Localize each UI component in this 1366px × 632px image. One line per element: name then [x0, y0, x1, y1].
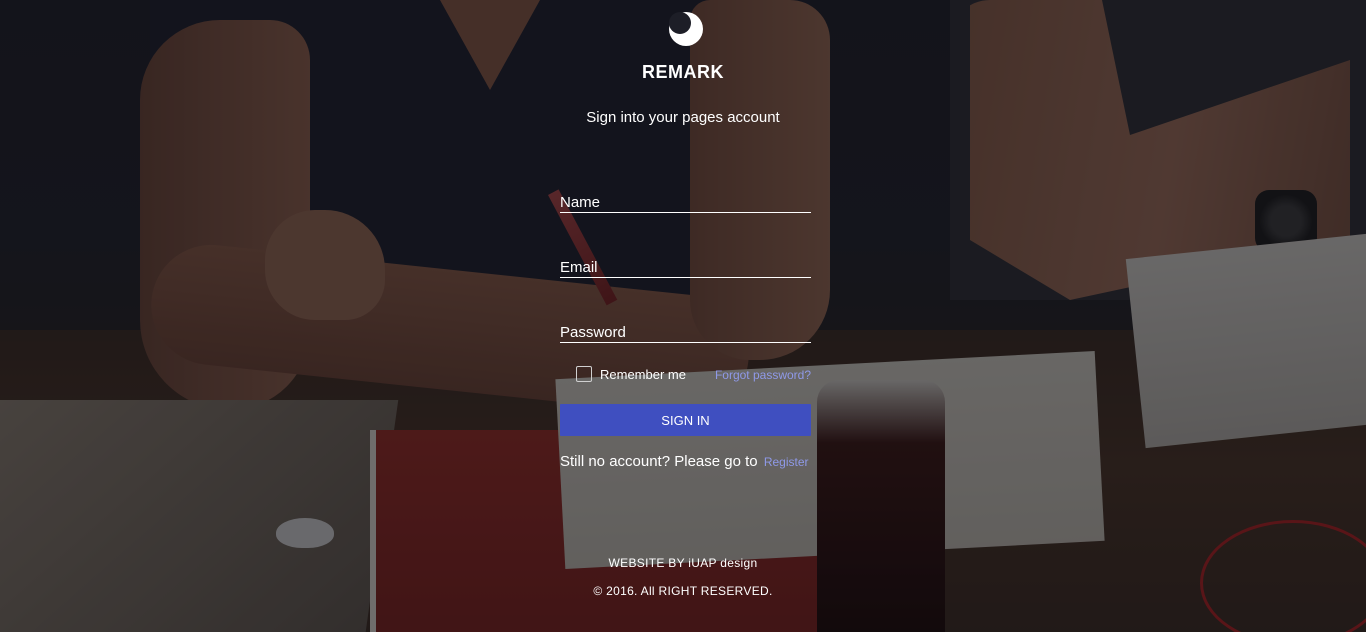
name-field: [560, 192, 811, 213]
register-prompt: Still no account? Please go to: [560, 453, 758, 470]
page-subtitle: Sign into your pages account: [586, 109, 780, 126]
forgot-password-link[interactable]: Forgot password?: [715, 368, 811, 382]
remember-me-label[interactable]: Remember me: [600, 367, 686, 382]
login-page: REMARK Sign into your pages account Reme…: [0, 0, 1366, 632]
background-dark-overlay: [0, 0, 1366, 632]
password-input[interactable]: [560, 322, 811, 342]
footer-credit: WEBSITE BY iUAP design: [608, 556, 758, 570]
register-row: Still no account? Please go to Register: [560, 453, 860, 470]
register-link[interactable]: Register: [764, 455, 809, 469]
remember-row: Remember me Forgot password?: [576, 366, 812, 384]
name-input[interactable]: [560, 192, 811, 212]
brand-name: REMARK: [642, 62, 724, 82]
background-photo: [0, 0, 1366, 632]
footer-copyright: © 2016. All RIGHT RESERVED.: [593, 584, 773, 598]
remember-me-checkbox[interactable]: [576, 366, 592, 382]
sign-in-button[interactable]: SIGN IN: [560, 404, 811, 436]
email-input[interactable]: [560, 257, 811, 277]
password-field: [560, 322, 811, 343]
email-field: [560, 257, 811, 278]
crescent-logo-icon: [667, 10, 705, 48]
